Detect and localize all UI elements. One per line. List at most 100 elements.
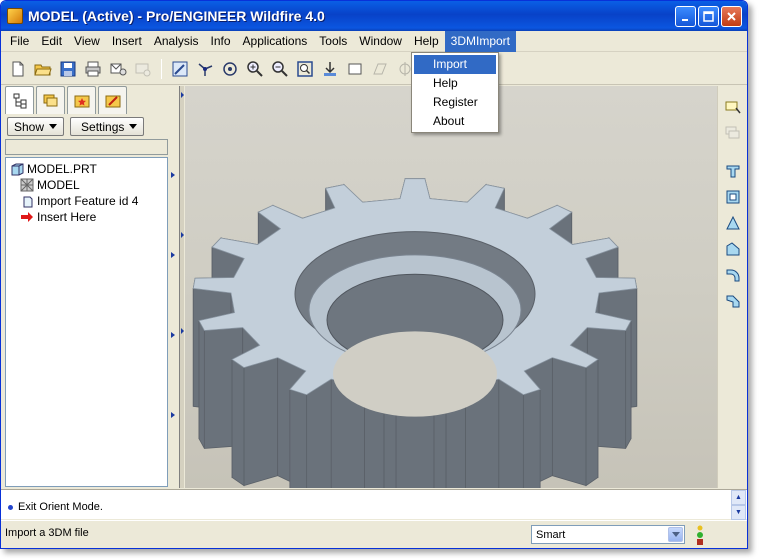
settings-label: Settings	[81, 119, 125, 134]
refit-button[interactable]	[294, 58, 316, 80]
menu-analysis[interactable]: Analysis	[148, 31, 205, 52]
minimize-icon	[681, 18, 688, 21]
tab-folder-browser[interactable]	[36, 86, 65, 114]
collapse-arrow-icon	[171, 172, 175, 178]
sketch-copy-icon	[725, 126, 739, 139]
menu-info[interactable]: Info	[205, 31, 237, 52]
extrude-button[interactable]	[722, 160, 744, 182]
close-button[interactable]	[721, 6, 742, 27]
tree-item-layer[interactable]: MODEL	[6, 177, 167, 193]
menu-about-item[interactable]: About	[414, 112, 496, 131]
settings-button[interactable]: Settings	[70, 117, 145, 136]
round-button[interactable]	[722, 264, 744, 286]
revolve-button[interactable]	[722, 186, 744, 208]
menu-edit[interactable]: Edit	[35, 31, 68, 52]
selection-filter-select[interactable]: Smart	[531, 525, 685, 544]
menu-help[interactable]: Help	[408, 31, 445, 52]
navigator-sash[interactable]	[179, 86, 184, 488]
mail-link-icon	[135, 63, 151, 76]
show-button[interactable]: Show	[7, 117, 65, 136]
collapse-arrow-icon	[171, 332, 175, 338]
traffic-light-icon	[697, 525, 703, 545]
proe-app-icon	[7, 8, 23, 24]
collapse-arrow-icon	[171, 412, 175, 418]
part-icon	[10, 162, 24, 176]
save-button[interactable]	[57, 58, 79, 80]
menu-help-item[interactable]: Help	[414, 74, 496, 93]
maximize-button[interactable]	[698, 6, 719, 27]
message-text: Exit Orient Mode.	[18, 501, 103, 513]
mail-icon	[110, 63, 127, 75]
message-scrollbar[interactable]: ▲ ▼	[731, 490, 746, 520]
menu-applications[interactable]: Applications	[237, 31, 314, 52]
sash-arrow-icon	[181, 232, 184, 238]
window-title: MODEL (Active) - Pro/ENGINEER Wildfire 4…	[28, 8, 325, 24]
draft-button[interactable]	[722, 212, 744, 234]
print-button[interactable]	[82, 58, 104, 80]
title-bar[interactable]: MODEL (Active) - Pro/ENGINEER Wildfire 4…	[1, 1, 747, 31]
rib-button[interactable]	[722, 238, 744, 260]
minimize-button[interactable]	[675, 6, 696, 27]
zoom-in-icon	[247, 60, 263, 77]
close-icon	[727, 12, 736, 21]
reorient-icon	[324, 61, 336, 76]
round-icon	[726, 269, 739, 282]
gear-side-face	[231, 358, 245, 487]
sketch-tool-button[interactable]	[722, 96, 744, 118]
zoom-out-button[interactable]	[269, 58, 291, 80]
tab-connections[interactable]	[98, 86, 127, 114]
maximize-icon	[703, 11, 714, 22]
tree-header-strip	[5, 139, 168, 155]
datum-planes-button[interactable]	[369, 58, 391, 80]
menu-3dmimport[interactable]: 3DMImport	[444, 30, 516, 52]
saved-views-button[interactable]	[344, 58, 366, 80]
menu-window[interactable]: Window	[353, 31, 408, 52]
scroll-up-arrow-icon[interactable]: ▲	[731, 490, 746, 505]
sketch-tool-2-button[interactable]	[722, 122, 744, 144]
model-tree-icon	[13, 93, 26, 108]
orient-mode-button[interactable]	[219, 58, 241, 80]
gear-side-face	[198, 320, 205, 449]
zoom-in-button[interactable]	[244, 58, 266, 80]
menu-file[interactable]: File	[4, 31, 35, 52]
gear-side-face	[625, 320, 632, 449]
tree-item-root[interactable]: MODEL.PRT	[6, 161, 167, 177]
chamfer-icon	[726, 295, 739, 308]
menu-tools[interactable]: Tools	[313, 31, 353, 52]
tab-model-tree[interactable]	[5, 86, 34, 114]
new-file-button[interactable]	[7, 58, 29, 80]
tree-item-label: MODEL.PRT	[27, 162, 97, 176]
repaint-button[interactable]	[169, 58, 191, 80]
spin-center-button[interactable]	[194, 58, 216, 80]
send-mail-button[interactable]	[107, 58, 129, 80]
open-folder-icon	[34, 64, 52, 75]
scroll-down-arrow-icon[interactable]: ▼	[731, 505, 746, 520]
chevron-down-icon[interactable]	[668, 527, 683, 542]
menu-insert[interactable]: Insert	[106, 31, 148, 52]
menu-import-item[interactable]: Import	[414, 55, 496, 74]
selection-filter-value: Smart	[536, 528, 566, 541]
message-area: Exit Orient Mode. ▲ ▼	[1, 489, 747, 520]
tab-favorites[interactable]	[67, 86, 96, 114]
navigator-scroll-strip[interactable]	[170, 86, 179, 486]
open-button[interactable]	[32, 58, 54, 80]
gear-side-face	[498, 378, 524, 488]
tree-item-label: Import Feature id 4	[37, 194, 139, 208]
menu-bar: File Edit View Insert Analysis Info Appl…	[1, 30, 747, 52]
model-tree: MODEL.PRT MODEL Import Feature id 4 Inse…	[5, 157, 168, 487]
tree-item-insert-here[interactable]: Insert Here	[6, 209, 167, 225]
orient-mode-icon	[223, 61, 237, 76]
tree-item-import-feature[interactable]: Import Feature id 4	[6, 193, 167, 209]
sash-arrow-icon	[181, 92, 184, 98]
graphics-window[interactable]	[185, 86, 717, 488]
chamfer-button[interactable]	[722, 290, 744, 312]
send-link-button[interactable]	[132, 58, 154, 80]
zoom-out-icon	[272, 60, 288, 77]
chevron-down-icon	[129, 124, 138, 129]
menu-register-item[interactable]: Register	[414, 93, 496, 112]
menu-view[interactable]: View	[68, 31, 106, 52]
reorient-button[interactable]	[319, 58, 341, 80]
gear-side-face	[585, 358, 599, 487]
gear-side-face	[243, 357, 279, 487]
toolbar-separator	[161, 58, 162, 79]
